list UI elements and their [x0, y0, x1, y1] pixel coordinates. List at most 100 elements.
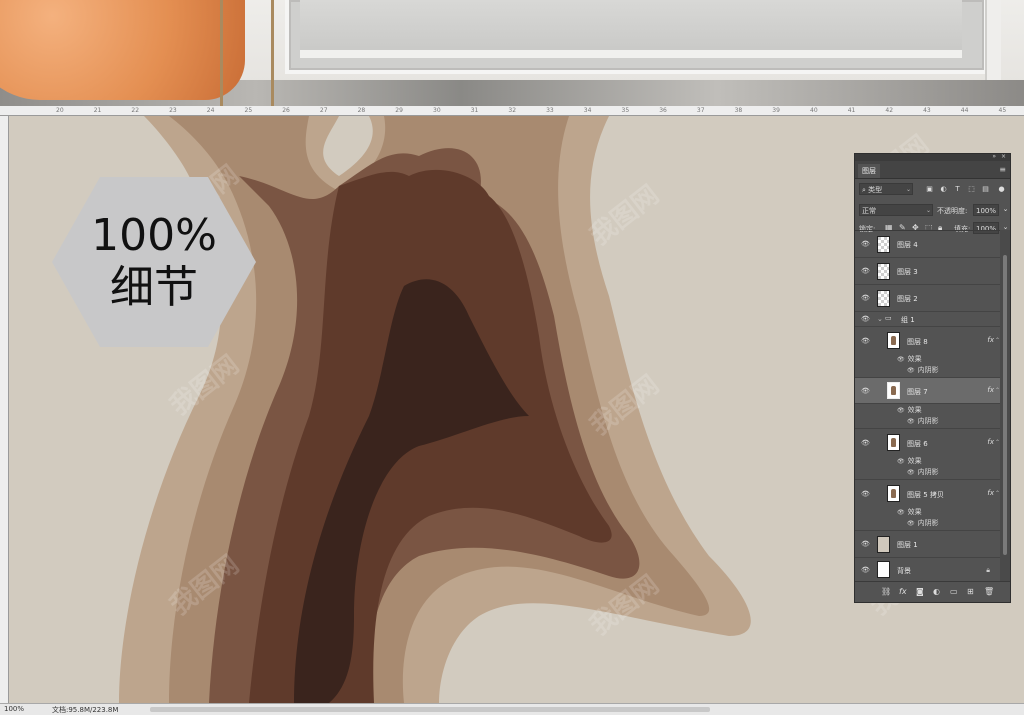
ruler-tick-label: 22: [131, 107, 140, 114]
bench-rail: [220, 0, 274, 108]
fx-icon[interactable]: fx: [899, 587, 907, 596]
layer-name: 图层 2: [897, 295, 918, 303]
image-filter-icon[interactable]: ▣: [925, 185, 934, 194]
kind-filter-label: 类型: [868, 186, 883, 194]
ruler-tick-label: 42: [885, 107, 894, 114]
adjustment-filter-icon[interactable]: ◐: [939, 185, 948, 194]
document-info[interactable]: 文档:95.8M/223.8M: [52, 705, 118, 715]
group-row[interactable]: 👁︎ ⌄ ▭ 组 1: [855, 312, 1000, 327]
effect-row[interactable]: 👁︎ 内阴影: [907, 365, 939, 375]
effect-row[interactable]: 👁︎ 内阴影: [907, 518, 939, 528]
eye-icon[interactable]: 👁︎: [897, 407, 905, 414]
ruler-tick-label: 26: [282, 107, 290, 114]
effects-label: 效果: [907, 457, 922, 465]
shape-filter-icon[interactable]: ⬚: [967, 185, 976, 194]
ruler-tick-label: 33: [546, 107, 554, 114]
leather-bench: [0, 0, 245, 100]
effect-row[interactable]: 👁︎ 内阴影: [907, 416, 939, 426]
adjustment-icon[interactable]: ◐: [933, 587, 940, 596]
eye-icon[interactable]: 👁︎: [897, 509, 905, 516]
ruler-tick-label: 27: [319, 107, 328, 114]
eye-icon[interactable]: 👁︎: [861, 240, 870, 248]
effects-row[interactable]: 👁︎ 效果: [897, 354, 922, 364]
fx-icon[interactable]: fx: [987, 489, 994, 497]
close-icon[interactable]: ×: [1001, 153, 1006, 160]
eye-icon[interactable]: 👁︎: [907, 367, 915, 374]
effects-row[interactable]: 👁︎ 效果: [897, 507, 922, 517]
layer-row[interactable]: 👁︎ 图层 1: [855, 531, 1000, 558]
layer-row[interactable]: 👁︎ 图层 2: [855, 285, 1000, 312]
eye-icon[interactable]: 👁︎: [861, 387, 870, 395]
folder-icon: ▭: [885, 314, 892, 322]
kind-filter-select[interactable]: ⌕ 类型 ⌄: [859, 183, 913, 195]
effects-group: 👁︎ 效果 👁︎ 内阴影: [855, 404, 1000, 429]
eye-icon[interactable]: 👁︎: [897, 356, 905, 363]
layer-thumbnail: [877, 236, 890, 253]
layers-scrollbar[interactable]: [1000, 230, 1010, 581]
layer-name: 背景: [897, 567, 911, 575]
lock-icon: 🔒︎: [986, 566, 990, 574]
layer-name: 图层 6: [907, 440, 928, 448]
eye-icon[interactable]: 👁︎: [861, 490, 870, 498]
effect-row[interactable]: 👁︎ 内阴影: [907, 467, 939, 477]
chevron-down-icon[interactable]: ⌄: [877, 315, 883, 323]
panel-titlebar[interactable]: » ×: [855, 153, 1010, 161]
layer-row[interactable]: 👁︎ 图层 4: [855, 231, 1000, 258]
eye-icon[interactable]: 👁︎: [861, 337, 870, 345]
trash-icon[interactable]: 🗑︎: [984, 587, 994, 596]
layer-row[interactable]: 👁︎ 图层 3: [855, 258, 1000, 285]
smart-object-filter-icon[interactable]: ▤: [981, 185, 990, 194]
ruler-tick-label: 20: [56, 107, 64, 114]
fx-icon[interactable]: fx: [987, 438, 994, 446]
ruler-tick-label: 45: [998, 107, 1007, 114]
panel-bottom-toolbar: ⛓︎ fx ◙ ◐ ▭ ⊞ 🗑︎: [855, 581, 1010, 602]
new-layer-icon[interactable]: ⊞: [967, 587, 974, 596]
layer-row[interactable]: 👁︎ 背景 🔒︎: [855, 558, 1000, 582]
panel-menu-icon[interactable]: ≡: [999, 165, 1006, 174]
ruler-tick-label: 40: [810, 107, 818, 114]
chevron-down-icon: ⌄: [905, 186, 911, 193]
scrollbar-thumb[interactable]: [1003, 255, 1007, 555]
blend-mode-select[interactable]: 正常 ⌄: [859, 204, 933, 216]
filter-toggle-icon[interactable]: ●: [997, 185, 1006, 194]
type-filter-icon[interactable]: T: [953, 185, 962, 194]
layer-thumbnail: [887, 332, 900, 349]
eye-icon[interactable]: 👁︎: [861, 566, 870, 574]
horizontal-ruler[interactable]: 20 21 22 23 24 25 26 27 28 29 30 31 32 33 34 35 36 37 38 39…: [0, 106, 1024, 116]
eye-icon[interactable]: 👁︎: [861, 540, 870, 548]
collapse-icon[interactable]: »: [992, 153, 996, 160]
ruler-tick-label: 37: [696, 107, 705, 114]
effect-name: 内阴影: [917, 417, 939, 425]
opacity-label: 不透明度:: [937, 207, 968, 215]
blend-mode-label: 正常: [862, 207, 876, 215]
zoom-level[interactable]: 100%: [4, 705, 24, 713]
layer-row[interactable]: 👁︎ 图层 6 fx ⌃ 👁︎ 效果 👁︎ 内阴影: [855, 429, 1000, 480]
eye-icon[interactable]: 👁︎: [861, 267, 870, 275]
eye-icon[interactable]: 👁︎: [861, 439, 870, 447]
opacity-field[interactable]: 100%: [973, 204, 999, 216]
fx-icon[interactable]: fx: [987, 336, 994, 344]
tab-layers[interactable]: 图层: [858, 164, 880, 178]
eye-icon[interactable]: 👁︎: [861, 294, 870, 302]
link-icon[interactable]: ⛓︎: [881, 587, 891, 596]
badge-percent: 100%: [91, 210, 217, 261]
layer-row[interactable]: 👁︎ 图层 5 拷贝 fx ⌃ 👁︎ 效果 👁︎ 内阴影: [855, 480, 1000, 531]
ruler-tick-label: 31: [470, 107, 479, 114]
effects-row[interactable]: 👁︎ 效果: [897, 405, 922, 415]
panel-ledge: [300, 50, 962, 58]
effects-row[interactable]: 👁︎ 效果: [897, 456, 922, 466]
eye-icon[interactable]: 👁︎: [907, 520, 915, 527]
eye-icon[interactable]: 👁︎: [907, 469, 915, 476]
mask-icon[interactable]: ◙: [916, 587, 924, 596]
layer-row[interactable]: 👁︎ 图层 8 fx ⌃ 👁︎ 效果 👁︎ 内阴影: [855, 327, 1000, 378]
eye-icon[interactable]: 👁︎: [861, 315, 870, 323]
fx-icon[interactable]: fx: [987, 386, 994, 394]
eye-icon[interactable]: 👁︎: [907, 418, 915, 425]
folder-icon[interactable]: ▭: [950, 587, 958, 596]
vertical-ruler[interactable]: [0, 116, 9, 703]
horizontal-scrollbar[interactable]: [150, 707, 710, 712]
layer-row-selected[interactable]: 👁︎ 图层 7 fx ⌃: [855, 378, 1000, 404]
layer-name: 图层 1: [897, 541, 918, 549]
chevron-down-icon[interactable]: ⌄: [1001, 205, 1010, 214]
eye-icon[interactable]: 👁︎: [897, 458, 905, 465]
